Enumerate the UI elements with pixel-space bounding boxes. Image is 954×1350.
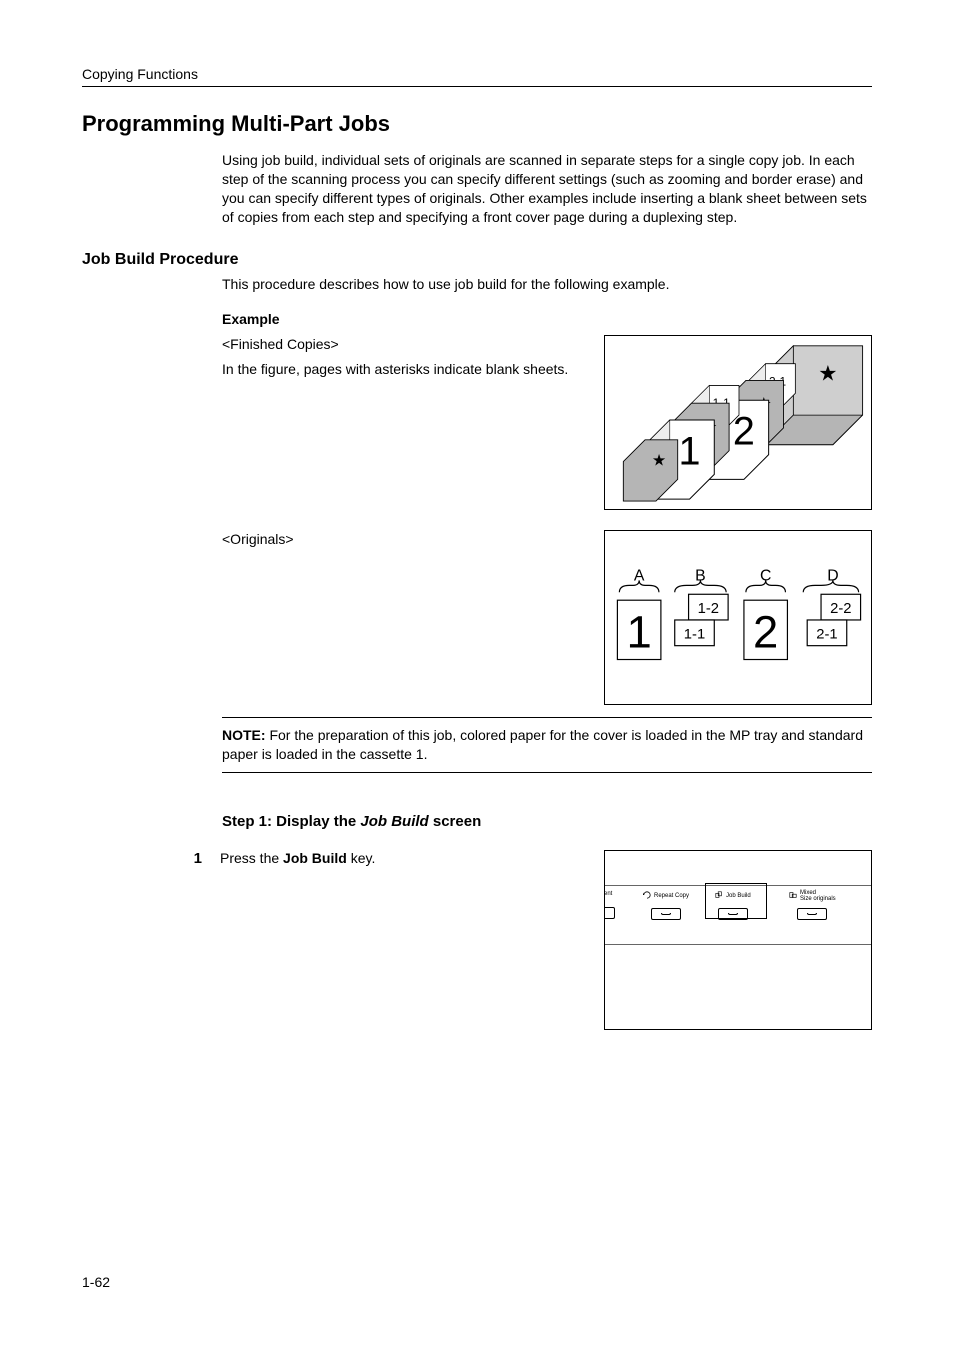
svg-text:2-1: 2-1 bbox=[816, 627, 837, 643]
note-block: NOTE: For the preparation of this job, c… bbox=[222, 717, 872, 773]
header-section: Copying Functions bbox=[82, 66, 872, 87]
svg-text:★: ★ bbox=[652, 453, 666, 470]
step-number-1: 1 bbox=[184, 850, 202, 867]
example-label: Example bbox=[222, 311, 872, 327]
repeat-copy-key[interactable] bbox=[651, 908, 681, 920]
panel-mixed-size: Mixed Size originals bbox=[789, 890, 836, 920]
svg-text:★: ★ bbox=[818, 361, 838, 386]
procedure-intro: This procedure describes how to use job … bbox=[222, 275, 872, 294]
figure-finished-copies: ★ 2-1 ↺ ★ bbox=[604, 335, 872, 510]
svg-text:2: 2 bbox=[753, 607, 778, 658]
note-text: For the preparation of this job, colored… bbox=[222, 727, 863, 762]
figure-control-panel: ment Repeat Copy bbox=[604, 850, 872, 1030]
step1-text: Press the Job Build key. bbox=[220, 850, 574, 866]
procedure-heading: Job Build Procedure bbox=[82, 251, 872, 269]
page-title: Programming Multi-Part Jobs bbox=[82, 111, 872, 137]
panel-repeat-copy: Repeat Copy bbox=[643, 890, 689, 920]
svg-text:1-1: 1-1 bbox=[684, 627, 705, 643]
finished-copies-text: In the figure, pages with asterisks indi… bbox=[222, 360, 574, 379]
finished-copies-label: <Finished Copies> bbox=[222, 335, 574, 354]
step1-heading: Step 1: Display the Job Build screen bbox=[222, 813, 872, 830]
mixed-size-key[interactable] bbox=[797, 908, 827, 920]
svg-text:1-2: 1-2 bbox=[698, 602, 719, 618]
page-number: 1-62 bbox=[82, 1274, 110, 1290]
repeat-copy-icon bbox=[643, 891, 651, 902]
svg-text:1: 1 bbox=[679, 430, 701, 474]
svg-text:1: 1 bbox=[626, 607, 651, 658]
svg-text:2-2: 2-2 bbox=[830, 602, 851, 618]
job-build-highlight bbox=[705, 883, 767, 919]
figure-originals: A B C D 1 1-2 bbox=[604, 530, 872, 705]
note-prefix: NOTE: bbox=[222, 727, 266, 743]
originals-label: <Originals> bbox=[222, 530, 574, 549]
mixed-size-icon bbox=[789, 891, 797, 902]
intro-paragraph: Using job build, individual sets of orig… bbox=[222, 151, 872, 227]
